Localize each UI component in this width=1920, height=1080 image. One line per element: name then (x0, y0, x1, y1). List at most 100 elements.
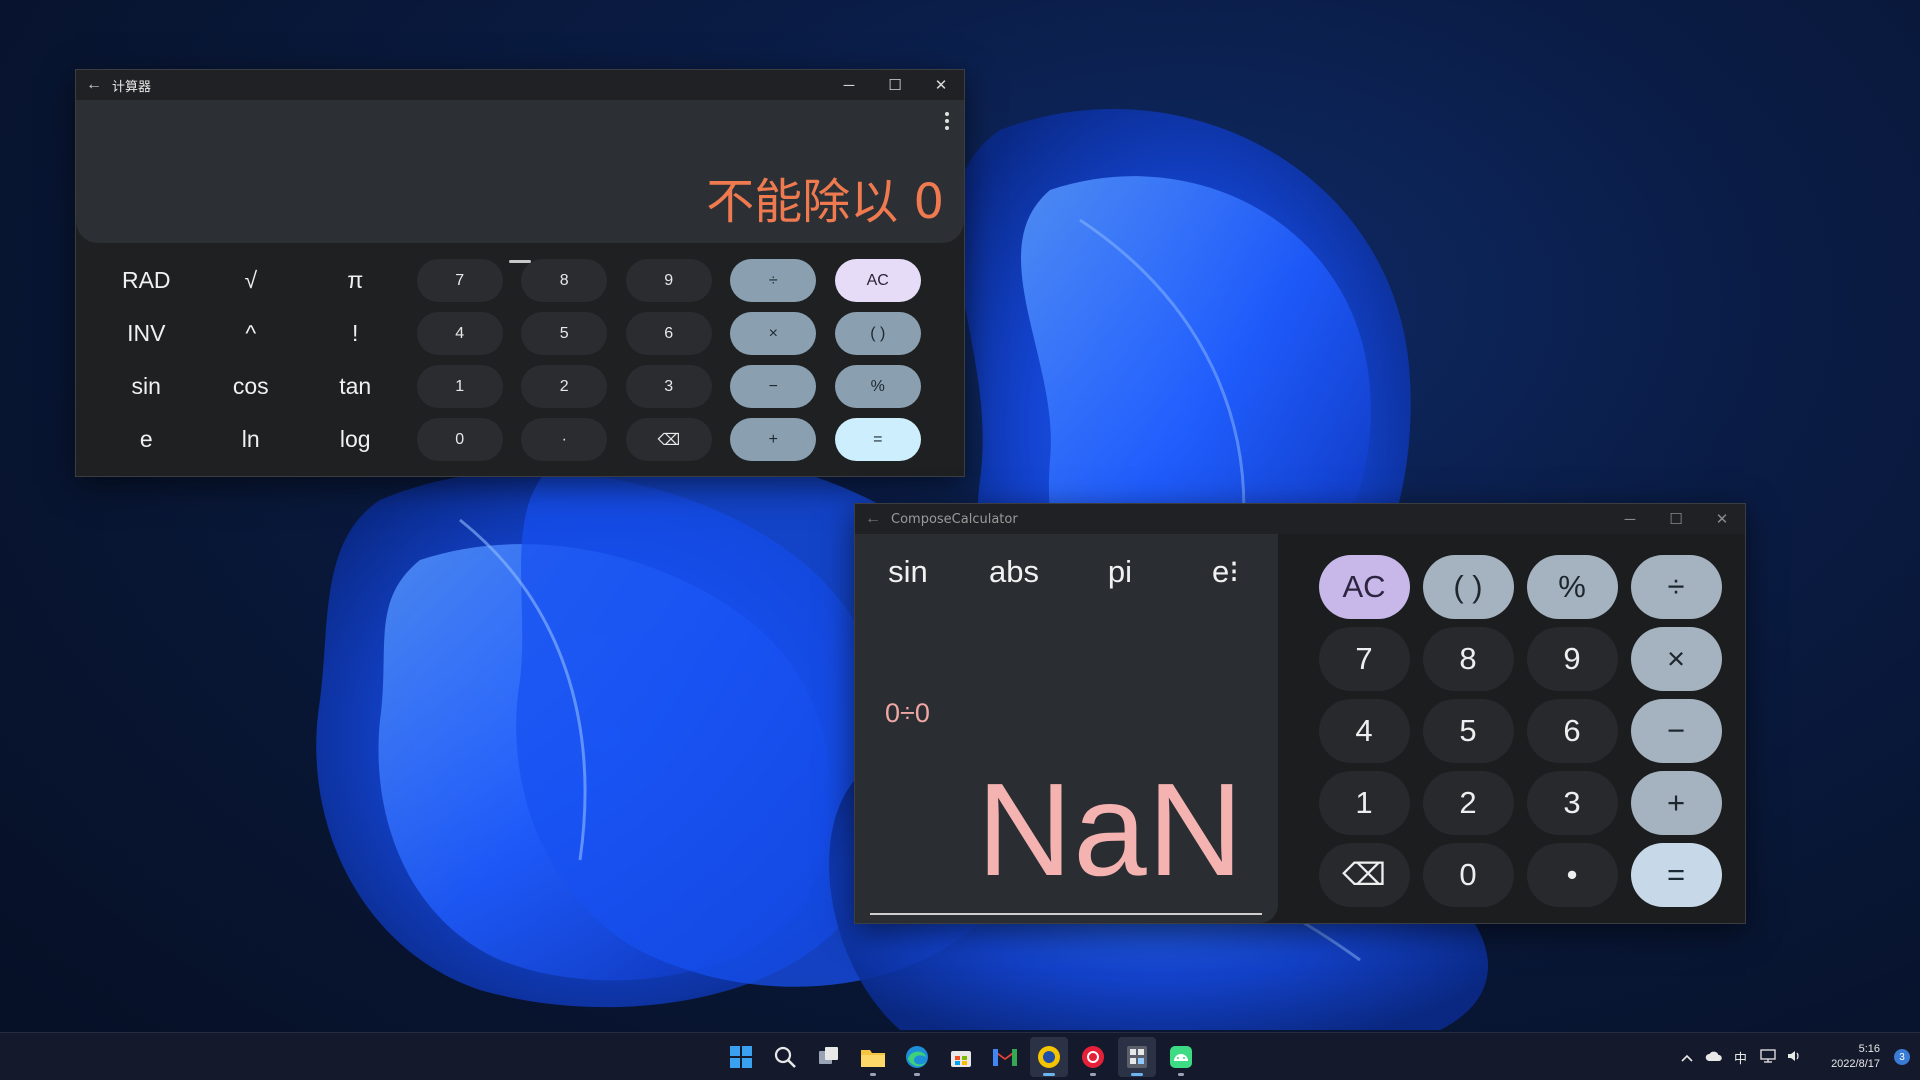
digit-2-button[interactable]: 2 (521, 365, 608, 408)
backspace-icon[interactable]: ⌫ (625, 418, 712, 461)
back-arrow-icon[interactable]: ← (76, 76, 112, 94)
digit-8-button[interactable]: 8 (521, 259, 608, 302)
expression-text: 0÷0 (885, 698, 930, 728)
divide-button[interactable]: ÷ (1630, 555, 1722, 619)
sqrt-button[interactable]: √ (244, 267, 257, 294)
digit-9-button[interactable]: 9 (1526, 627, 1618, 691)
multiply-button[interactable]: × (1630, 627, 1722, 691)
close-icon[interactable]: ✕ (918, 70, 964, 100)
divider (870, 913, 1262, 915)
calculator-window: ← 计算器 ─ ☐ ✕ 不能除以 0 RAD √ π 7 8 9 ÷ AC IN… (75, 69, 965, 477)
pi-button[interactable]: π (347, 267, 363, 294)
digit-9-button[interactable]: 9 (625, 259, 712, 302)
store-icon[interactable] (942, 1037, 980, 1077)
system-tray: 中 5:16 2022/8/17 3 (1673, 1033, 1920, 1080)
abs-button[interactable]: abs (961, 554, 1067, 590)
digit-0-button[interactable]: 0 (416, 418, 503, 461)
power-button[interactable]: ^ (245, 320, 256, 347)
edge-icon[interactable] (898, 1037, 936, 1077)
digit-7-button[interactable]: 7 (416, 259, 503, 302)
subtract-button[interactable]: − (730, 365, 817, 408)
clock-time: 5:16 (1858, 1043, 1880, 1055)
cos-button[interactable]: cos (233, 373, 269, 400)
android-app-icon[interactable] (1162, 1037, 1200, 1077)
calculator-app-icon[interactable] (1118, 1037, 1156, 1077)
scientific-row: sin abs pi e⁝ (855, 554, 1278, 590)
digit-0-button[interactable]: 0 (1422, 843, 1514, 907)
more-options-icon[interactable] (944, 112, 950, 130)
display-panel: 不能除以 0 (76, 100, 964, 263)
netease-music-icon[interactable] (1074, 1037, 1112, 1077)
digit-6-button[interactable]: 6 (625, 312, 712, 355)
start-icon[interactable] (722, 1037, 760, 1077)
maximize-icon[interactable]: ☐ (872, 70, 918, 100)
digit-1-button[interactable]: 1 (416, 365, 503, 408)
digit-3-button[interactable]: 3 (1526, 771, 1618, 835)
divide-button[interactable]: ÷ (730, 259, 817, 302)
e-button[interactable]: e (140, 426, 153, 453)
inv-button[interactable]: INV (127, 320, 165, 347)
ime-indicator[interactable]: 中 (1727, 1048, 1754, 1067)
ln-button[interactable]: ln (242, 426, 260, 453)
digit-5-button[interactable]: 5 (521, 312, 608, 355)
digit-5-button[interactable]: 5 (1422, 699, 1514, 763)
window-title: 计算器 (112, 79, 152, 95)
rad-button[interactable]: RAD (122, 267, 171, 294)
sin-button[interactable]: sin (855, 554, 961, 590)
search-icon[interactable] (766, 1037, 804, 1077)
window-title: ComposeCalculator (891, 511, 1018, 527)
keypad: AC ( ) % ÷ 7 8 9 × 4 5 6 − 1 2 3 + ⌫ 0 •… (1312, 551, 1728, 911)
task-view-icon[interactable] (810, 1037, 848, 1077)
digit-1-button[interactable]: 1 (1318, 771, 1410, 835)
tan-button[interactable]: tan (339, 373, 371, 400)
log-button[interactable]: log (340, 426, 371, 453)
norton-icon[interactable] (1030, 1037, 1068, 1077)
parentheses-button[interactable]: ( ) (1422, 555, 1514, 619)
close-icon[interactable]: ✕ (1699, 504, 1745, 534)
display-panel: sin abs pi e⁝ 0÷0 NaN (855, 534, 1278, 923)
parentheses-button[interactable]: ( ) (834, 312, 921, 355)
all-clear-button[interactable]: AC (1318, 555, 1410, 619)
clock[interactable]: 5:16 2022/8/17 (1808, 1042, 1880, 1072)
file-explorer-icon[interactable] (854, 1037, 892, 1077)
maximize-icon[interactable]: ☐ (1653, 504, 1699, 534)
digit-4-button[interactable]: 4 (1318, 699, 1410, 763)
result-text: 不能除以 0 (706, 174, 944, 230)
equals-button[interactable]: = (1630, 843, 1722, 907)
volume-icon[interactable] (1781, 1049, 1808, 1066)
minimize-icon[interactable]: ─ (1607, 504, 1653, 534)
back-arrow-icon[interactable]: ← (855, 510, 891, 528)
gmail-icon[interactable] (986, 1037, 1024, 1077)
notification-badge[interactable]: 3 (1894, 1049, 1910, 1065)
equals-button[interactable]: = (834, 418, 921, 461)
add-button[interactable]: + (730, 418, 817, 461)
minimize-icon[interactable]: ─ (826, 70, 872, 100)
network-icon[interactable] (1754, 1048, 1781, 1066)
digit-8-button[interactable]: 8 (1422, 627, 1514, 691)
result-text: NaN (976, 756, 1244, 903)
digit-6-button[interactable]: 6 (1526, 699, 1618, 763)
digit-3-button[interactable]: 3 (625, 365, 712, 408)
percent-button[interactable]: % (834, 365, 921, 408)
onedrive-icon[interactable] (1700, 1050, 1727, 1065)
add-button[interactable]: + (1630, 771, 1722, 835)
digit-7-button[interactable]: 7 (1318, 627, 1410, 691)
digit-2-button[interactable]: 2 (1422, 771, 1514, 835)
e-button[interactable]: e⁝ (1173, 554, 1278, 590)
multiply-button[interactable]: × (730, 312, 817, 355)
backspace-icon[interactable]: ⌫ (1318, 843, 1410, 907)
taskbar-apps (722, 1033, 1200, 1080)
sin-button[interactable]: sin (132, 373, 161, 400)
clock-date: 2022/8/17 (1831, 1058, 1880, 1070)
decimal-button[interactable]: · (521, 418, 608, 461)
percent-button[interactable]: % (1526, 555, 1618, 619)
all-clear-button[interactable]: AC (834, 259, 921, 302)
decimal-button[interactable]: • (1526, 843, 1618, 907)
subtract-button[interactable]: − (1630, 699, 1722, 763)
factorial-button[interactable]: ! (352, 320, 358, 347)
title-bar: ← ComposeCalculator ─ ☐ ✕ (855, 504, 1745, 534)
digit-4-button[interactable]: 4 (416, 312, 503, 355)
pi-button[interactable]: pi (1067, 554, 1173, 590)
chevron-up-icon[interactable] (1673, 1050, 1700, 1065)
title-bar: ← 计算器 ─ ☐ ✕ (76, 70, 964, 100)
